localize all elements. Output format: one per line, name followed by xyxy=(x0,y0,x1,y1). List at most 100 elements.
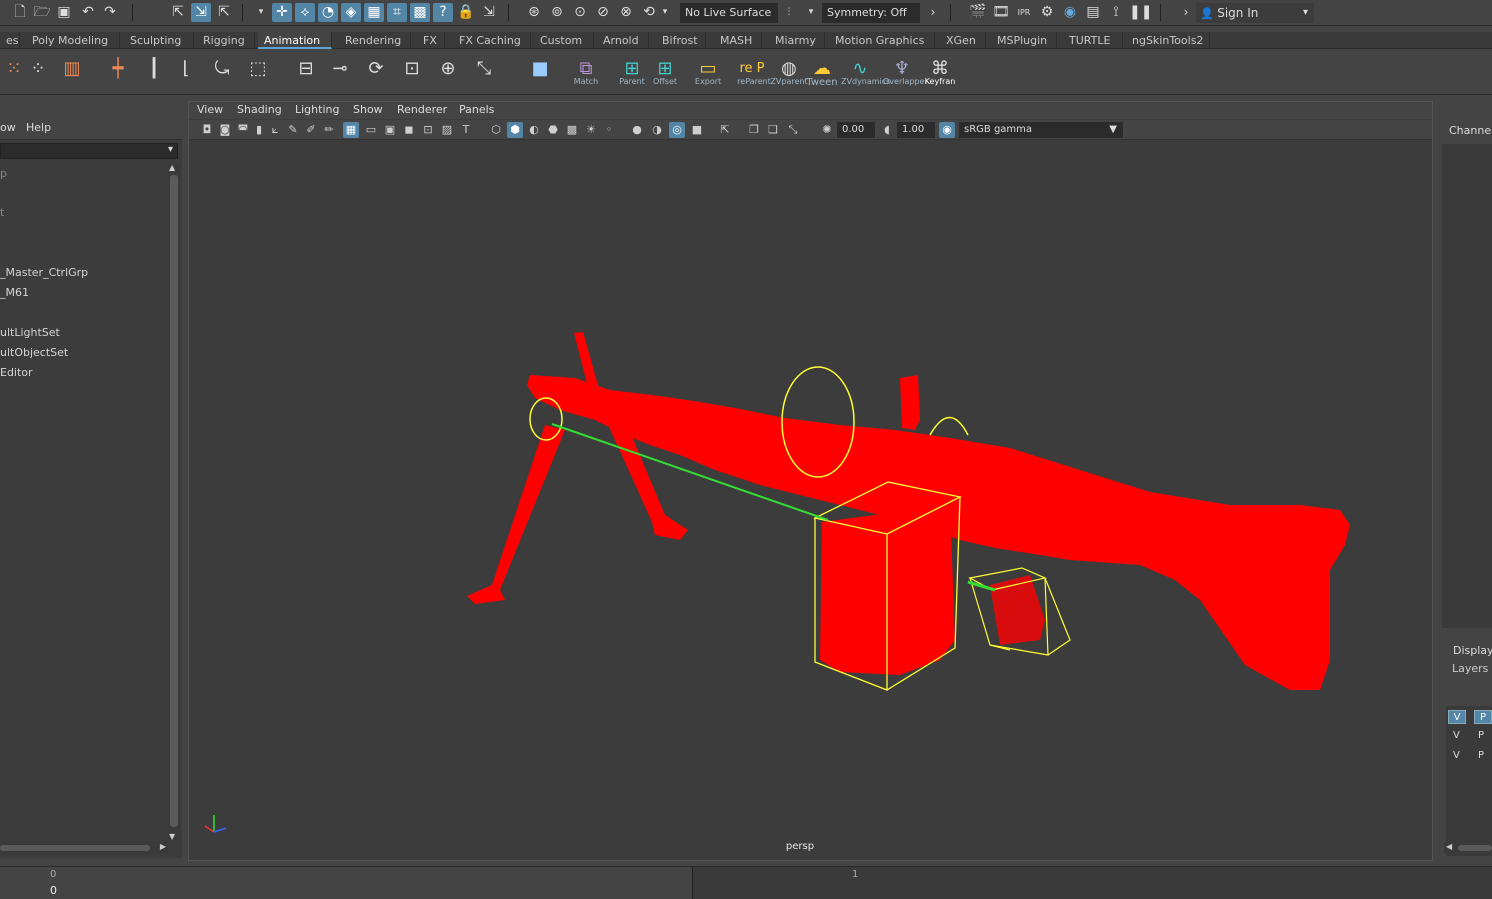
shelf-tab-miarmy[interactable]: Miarmy xyxy=(769,32,825,49)
layer-visibility-header[interactable]: V xyxy=(1448,710,1466,724)
key-translate-icon[interactable]: ┿ xyxy=(104,55,132,85)
scroll-left-icon[interactable]: ◀ xyxy=(1446,842,1452,851)
wireframe-on-shaded-icon[interactable]: ⬣ xyxy=(545,122,561,138)
viewport-menu-renderer[interactable]: Renderer xyxy=(397,103,447,116)
two-d-pan-icon[interactable]: ⟀ xyxy=(267,122,283,138)
scroll-right-icon[interactable]: ▶ xyxy=(160,842,166,851)
orient-constraint-icon[interactable]: ⟳ xyxy=(362,55,390,85)
snap-curve-icon[interactable]: ◔ xyxy=(318,3,338,22)
pause-icon[interactable]: ❚❚ xyxy=(1129,3,1152,22)
time-slider[interactable]: 0 0 1 xyxy=(0,866,1492,899)
pole-vector-icon[interactable]: ⤡ xyxy=(470,55,498,85)
snap-together-icon[interactable]: ⊙ xyxy=(570,3,590,22)
shelf-tab-rendering[interactable]: Rendering xyxy=(339,32,411,49)
outliner-item[interactable]: t xyxy=(0,206,4,219)
outliner-menu-show[interactable]: ow xyxy=(0,121,16,134)
viewport-scene[interactable] xyxy=(189,141,1432,860)
shelf-tab-xgen[interactable]: XGen xyxy=(940,32,986,49)
shadows-icon[interactable]: ◦ xyxy=(601,122,617,138)
shelf-tab-ngskintools2[interactable]: ngSkinTools2 xyxy=(1126,32,1210,49)
ik-handle-icon[interactable]: ⤿ xyxy=(208,55,236,85)
bipod-leg-front-mesh[interactable] xyxy=(467,425,565,604)
color-management-icon[interactable]: ◉ xyxy=(939,122,955,138)
outliner-item[interactable]: ultLightSet xyxy=(0,326,60,339)
layers-label[interactable]: Layers xyxy=(1452,662,1488,675)
shelf-tab-fx-caching[interactable]: FX Caching xyxy=(453,32,531,49)
snap-live-icon[interactable]: ⊘ xyxy=(593,3,613,22)
shelf-tab-turtle[interactable]: TURTLE xyxy=(1063,32,1123,49)
safe-action-icon[interactable]: ▨ xyxy=(439,122,455,138)
aim-constraint-icon[interactable]: ⊸ xyxy=(326,55,354,85)
xray-active-icon[interactable]: ❐ xyxy=(746,122,762,138)
viewport-menu-show[interactable]: Show xyxy=(353,103,383,116)
select-handle-icon[interactable]: ✛ xyxy=(272,3,292,22)
scale-constraint-icon[interactable]: ⊡ xyxy=(398,55,426,85)
lock-icon[interactable]: 🔒 xyxy=(456,3,476,22)
bookmark-icon[interactable]: ◚ xyxy=(235,122,251,138)
viewport-menu-lighting[interactable]: Lighting xyxy=(295,103,339,116)
display-tab[interactable]: Display xyxy=(1453,644,1492,657)
backface-cull-icon[interactable]: ⤡ xyxy=(785,122,801,138)
gamma-field[interactable]: 1.00 xyxy=(897,122,935,138)
outliner-item[interactable]: _Master_CtrlGrp xyxy=(0,266,88,279)
render-settings-icon[interactable]: ⚙ xyxy=(1037,3,1057,22)
select-by-hierarchy-icon[interactable]: ⇱ xyxy=(168,3,188,22)
exposure-field[interactable]: 0.00 xyxy=(837,122,875,138)
history-icon[interactable]: ⇲ xyxy=(479,3,499,22)
layer-playback-header[interactable]: P xyxy=(1474,710,1492,724)
anti-aliasing-icon[interactable]: ◎ xyxy=(669,122,685,138)
rear-sight-mesh[interactable] xyxy=(900,375,920,430)
shelf-tab-poly-modeling[interactable]: Poly Modeling xyxy=(26,32,120,49)
dropdown-arrow-icon[interactable]: ▾ xyxy=(660,3,670,22)
snap-magnet-icon[interactable]: ⊗ xyxy=(616,3,636,22)
key-selected-icon[interactable]: ▥ xyxy=(58,55,86,85)
new-scene-icon[interactable]: 🗋 xyxy=(10,3,30,22)
screen-ao-icon[interactable]: ● xyxy=(629,122,645,138)
use-lights-icon[interactable]: ☀ xyxy=(583,122,599,138)
select-curve-icon[interactable]: ⟡ xyxy=(295,3,315,22)
shelf-tab-bifrost[interactable]: Bifrost xyxy=(656,32,706,49)
live-surface-dropdown[interactable]: No Live Surface xyxy=(680,3,778,23)
scroll-thumb[interactable] xyxy=(170,175,178,827)
save-scene-icon[interactable]: ▣ xyxy=(54,3,74,22)
select-camera-icon[interactable]: ◘ xyxy=(199,122,215,138)
pencil-icon[interactable]: ✏ xyxy=(321,122,337,138)
isolate-select-icon[interactable]: ⇱ xyxy=(717,122,733,138)
channel-horizontal-scrollbar[interactable]: ◀ xyxy=(1444,842,1492,854)
pistol-grip-mesh[interactable] xyxy=(990,575,1045,645)
sign-in-button[interactable]: 👤 Sign In ▾ xyxy=(1196,3,1314,23)
open-scene-icon[interactable]: 🗁 xyxy=(32,3,52,22)
undo-icon[interactable]: ↶ xyxy=(78,3,98,22)
arnold-render-icon[interactable]: ⟟ xyxy=(1106,3,1126,22)
default-material-icon[interactable]: ◐ xyxy=(526,122,542,138)
colorspace-dropdown[interactable]: sRGB gamma ▼ xyxy=(959,122,1123,138)
snap-rotate-icon[interactable]: ⟲ xyxy=(639,3,659,22)
viewport-menu-view[interactable]: View xyxy=(197,103,223,116)
shelf-tab-mash[interactable]: MASH xyxy=(714,32,762,49)
shelf-tab-motion-graphics[interactable]: Motion Graphics xyxy=(829,32,935,49)
gamma-icon[interactable]: ◖ xyxy=(879,122,895,138)
breakdown-key-icon[interactable]: ⁘ xyxy=(24,55,52,85)
shelf-tab-custom[interactable]: Custom xyxy=(534,32,594,49)
chevron-right-icon[interactable]: › xyxy=(928,3,938,22)
outliner-vertical-scrollbar[interactable]: ▲ ▼ xyxy=(168,163,180,841)
snap-grid-icon[interactable]: ▦ xyxy=(364,3,384,22)
hypershade-icon[interactable]: ◉ xyxy=(1060,3,1080,22)
redo-icon[interactable]: ↷ xyxy=(100,3,120,22)
chevron-right-icon[interactable]: › xyxy=(1176,3,1196,22)
point-constraint-icon[interactable]: ⊟ xyxy=(292,55,320,85)
scroll-thumb[interactable] xyxy=(0,845,150,851)
layer-playback-toggle[interactable]: P xyxy=(1478,730,1484,741)
outliner-search-field[interactable]: ▾ xyxy=(0,143,178,159)
layer-visibility-toggle[interactable]: V xyxy=(1453,750,1460,761)
smooth-shade-icon[interactable]: ⬢ xyxy=(507,122,523,138)
xray-joints-icon[interactable]: ❏ xyxy=(765,122,781,138)
grease-pencil-icon[interactable]: ✎ xyxy=(285,122,301,138)
channel-box-title[interactable]: Channel xyxy=(1449,124,1492,137)
scroll-thumb[interactable] xyxy=(1458,845,1492,851)
help-icon[interactable]: ? xyxy=(433,3,453,22)
field-chart-icon[interactable]: ⊡ xyxy=(420,122,436,138)
outliner-horizontal-scrollbar[interactable]: ▶ xyxy=(0,842,168,854)
render-view-icon[interactable]: ▤ xyxy=(1083,3,1103,22)
grease-brush-icon[interactable]: ✐ xyxy=(303,122,319,138)
